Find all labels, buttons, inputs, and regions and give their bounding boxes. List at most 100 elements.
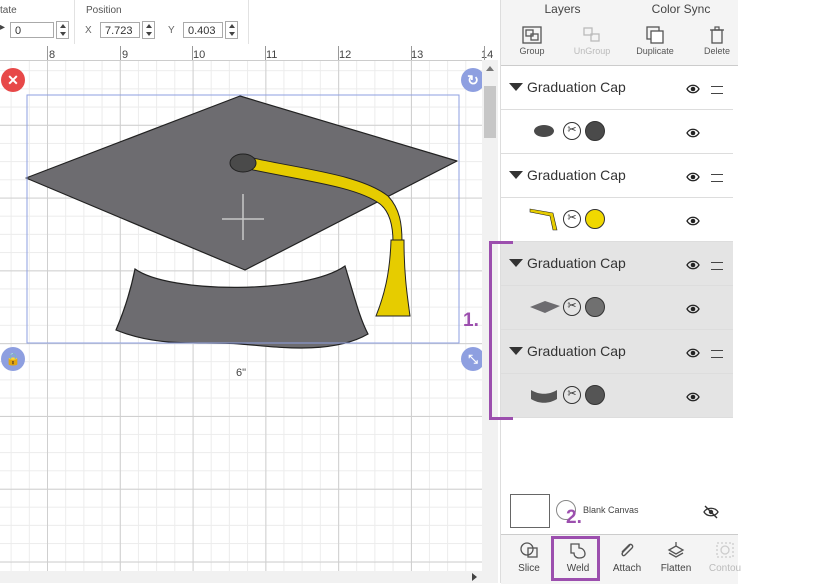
- layer-group-name: Graduation Cap: [527, 79, 626, 95]
- ungroup-button[interactable]: UnGroup: [563, 24, 621, 62]
- drag-handle-icon[interactable]: [711, 350, 723, 358]
- group-button[interactable]: Group: [503, 24, 561, 62]
- drag-handle-icon[interactable]: [711, 174, 723, 182]
- annotation-step-2: 2.: [566, 507, 582, 528]
- cap-top-thumbnail: [530, 301, 560, 313]
- color-swatch[interactable]: [585, 297, 605, 317]
- scroll-right-icon[interactable]: [472, 573, 477, 581]
- flatten-button[interactable]: Flatten: [652, 537, 700, 581]
- duplicate-label: Duplicate: [636, 46, 674, 56]
- scissors-icon[interactable]: ✂: [563, 386, 581, 404]
- tab-color-sync[interactable]: Color Sync: [624, 0, 738, 20]
- layer-group-name: Graduation Cap: [527, 343, 626, 359]
- width-dimension-label: 6": [236, 367, 247, 379]
- attach-button[interactable]: Attach: [603, 537, 651, 581]
- scrollbar-thumb[interactable]: [484, 86, 496, 138]
- panel-tabs: Layers Color Sync: [501, 0, 738, 22]
- rotate-label: tate: [0, 5, 17, 16]
- group-label: Group: [519, 46, 545, 56]
- layer-group-2[interactable]: Graduation Cap: [501, 154, 733, 198]
- scissors-icon[interactable]: ✂: [563, 298, 581, 316]
- eye-icon[interactable]: [686, 170, 700, 184]
- annotation-weld-highlight: [551, 536, 600, 581]
- rotate-stepper[interactable]: [56, 21, 69, 39]
- cap-base-thumbnail: [531, 390, 557, 403]
- y-position-input[interactable]: 0.403: [183, 22, 223, 38]
- x-position-input[interactable]: 7.723: [100, 22, 140, 38]
- annotation-bracket: [489, 241, 513, 420]
- eye-icon[interactable]: [686, 390, 700, 404]
- delete-label: Delete: [703, 46, 730, 56]
- delete-handle-icon[interactable]: ✕: [1, 68, 25, 92]
- attach-label: Attach: [612, 563, 642, 574]
- tassel-shape: [375, 239, 411, 317]
- ungroup-label: UnGroup: [573, 46, 611, 56]
- x-stepper[interactable]: [142, 21, 155, 39]
- eye-icon[interactable]: [686, 346, 700, 360]
- layer-child-1[interactable]: ✂: [501, 110, 733, 154]
- scroll-up-icon[interactable]: [486, 66, 494, 71]
- layer-group-3[interactable]: Graduation Cap: [501, 242, 733, 286]
- cap-button-shape: [229, 153, 257, 173]
- tassel-thumbnail: [529, 208, 558, 231]
- flatten-label: Flatten: [660, 563, 692, 574]
- contour-button[interactable]: Contou: [701, 537, 749, 581]
- duplicate-icon: [646, 26, 664, 44]
- drag-handle-icon[interactable]: [711, 262, 723, 270]
- annotation-step-1: 1.: [463, 310, 479, 331]
- layer-group-1[interactable]: Graduation Cap: [501, 66, 733, 110]
- design-canvas[interactable]: 8 9 10 11 12 13 14 ✕ ↻ 🔒 ⤡ 6": [0, 44, 498, 571]
- color-swatch[interactable]: [585, 121, 605, 141]
- divider: [74, 0, 75, 44]
- eye-icon[interactable]: [686, 214, 700, 228]
- eye-hidden-icon[interactable]: [703, 505, 719, 519]
- attach-icon: [621, 543, 634, 557]
- layer-group-name: Graduation Cap: [527, 167, 626, 183]
- x-label: X: [85, 25, 92, 36]
- collapse-caret-icon[interactable]: [509, 83, 523, 91]
- trash-icon: [710, 26, 724, 44]
- flatten-icon: [667, 542, 685, 558]
- graduation-cap-artwork[interactable]: [0, 44, 498, 571]
- scissors-icon[interactable]: ✂: [563, 122, 581, 140]
- property-bar: tate 0 ▸ Position X 7.723 Y 0.403: [0, 0, 249, 45]
- scissors-icon[interactable]: ✂: [563, 210, 581, 228]
- layer-actions-bar: Slice Weld Attach Flatten Contou: [501, 534, 741, 584]
- rotate-arrow-icon: ▸: [0, 22, 6, 33]
- eye-icon[interactable]: [686, 82, 700, 96]
- layers-panel: Layers Color Sync Group UnGroup Duplicat…: [500, 0, 741, 584]
- rotate-input[interactable]: 0: [10, 22, 54, 38]
- color-swatch[interactable]: [585, 209, 605, 229]
- eye-icon[interactable]: [686, 126, 700, 140]
- layer-child-2[interactable]: ✂: [501, 198, 733, 242]
- drag-handle-icon[interactable]: [711, 86, 723, 94]
- y-label: Y: [168, 25, 175, 36]
- layers-toolbar: Group UnGroup Duplicate Delete: [501, 20, 738, 66]
- slice-icon: [520, 542, 538, 558]
- layer-child-3[interactable]: ✂: [501, 286, 733, 330]
- contour-icon: [716, 542, 734, 558]
- slice-button[interactable]: Slice: [505, 537, 553, 581]
- layer-group-4[interactable]: Graduation Cap: [501, 330, 733, 374]
- cap-base-shape: [115, 265, 369, 349]
- blank-canvas-swatch[interactable]: [510, 494, 550, 528]
- color-swatch[interactable]: [585, 385, 605, 405]
- button-oval-thumbnail: [534, 125, 554, 137]
- tab-layers[interactable]: Layers: [501, 0, 624, 22]
- layer-group-name: Graduation Cap: [527, 255, 626, 271]
- blank-canvas-row[interactable]: Blank Canvas: [501, 488, 733, 534]
- ungroup-icon: [583, 27, 600, 42]
- group-icon: [522, 26, 542, 44]
- eye-icon[interactable]: [686, 258, 700, 272]
- collapse-caret-icon[interactable]: [509, 171, 523, 179]
- blank-canvas-label: Blank Canvas: [583, 505, 639, 515]
- horizontal-scrollbar[interactable]: [0, 571, 498, 583]
- eye-icon[interactable]: [686, 302, 700, 316]
- layer-child-4[interactable]: ✂: [501, 374, 733, 418]
- lock-handle-icon[interactable]: 🔒: [1, 347, 25, 371]
- delete-button[interactable]: Delete: [688, 24, 746, 62]
- duplicate-button[interactable]: Duplicate: [626, 24, 684, 62]
- y-stepper[interactable]: [225, 21, 238, 39]
- position-label: Position: [86, 5, 122, 16]
- contour-label: Contou: [708, 563, 742, 574]
